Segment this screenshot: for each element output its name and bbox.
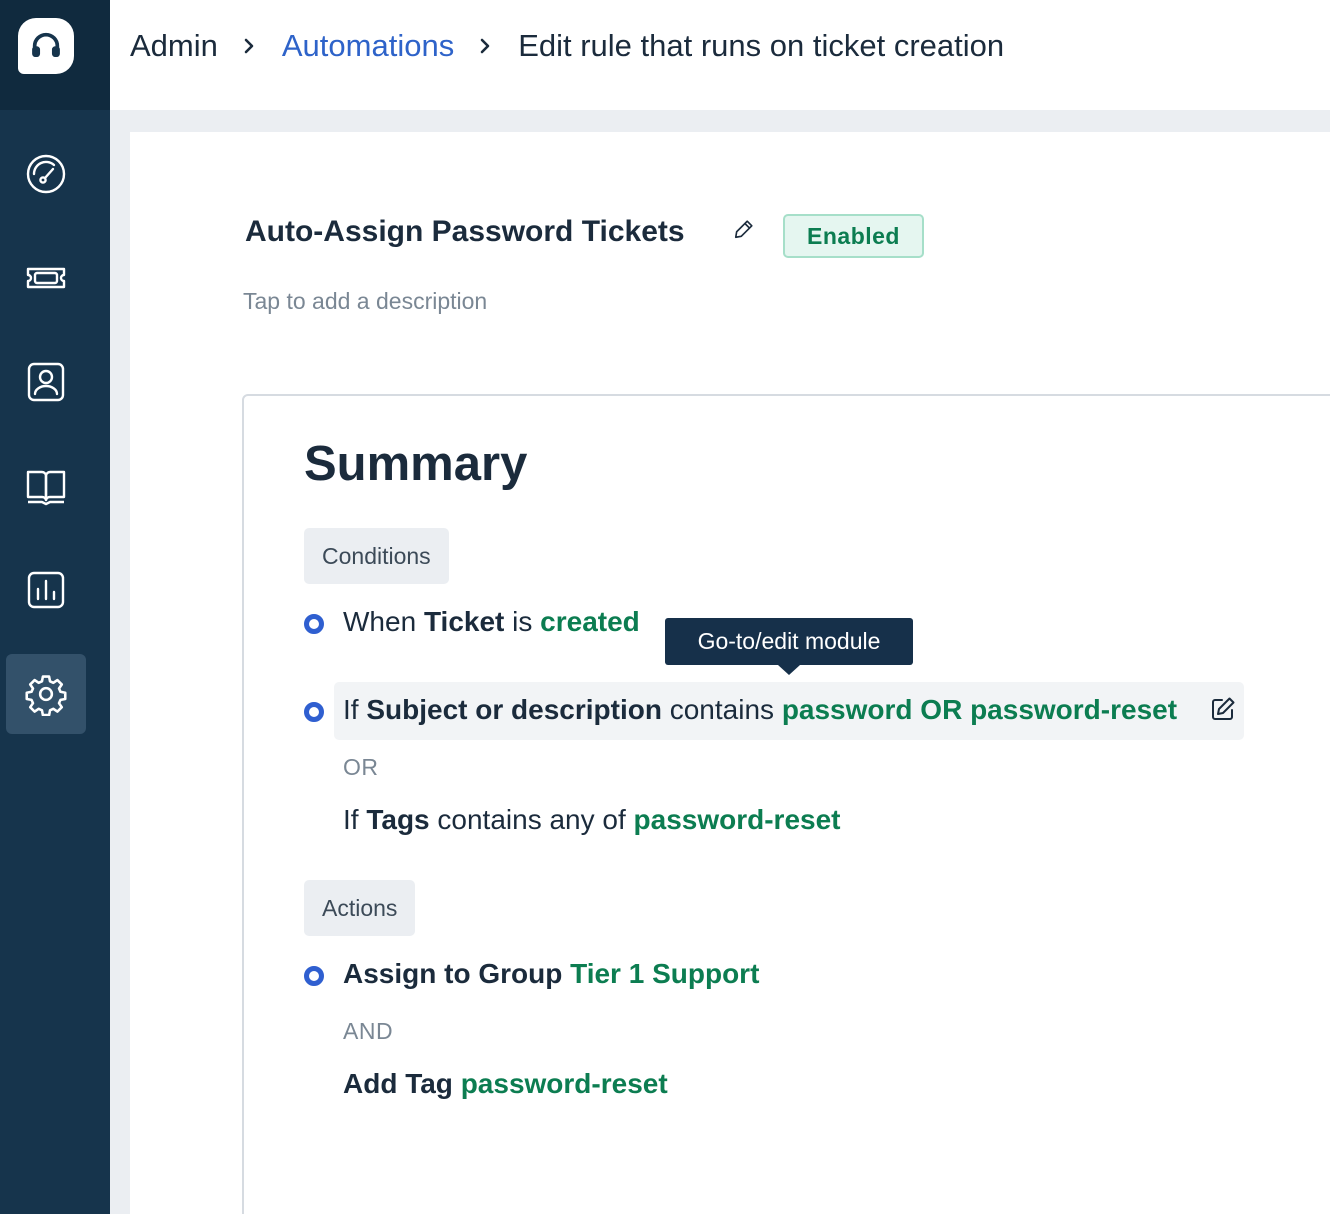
condition-bullet [304,702,324,722]
conditions-section-label: Conditions [304,528,449,584]
breadcrumb-automations[interactable]: Automations [282,28,454,64]
breadcrumb-admin[interactable]: Admin [130,28,218,64]
sidebar [0,0,110,1214]
reports-chart-icon[interactable] [6,550,86,630]
description-placeholder[interactable]: Tap to add a description [243,288,487,315]
action-assign-group[interactable]: Assign to Group Tier 1 Support [343,958,759,990]
action-add-tag[interactable]: Add Tag password-reset [343,1068,668,1100]
rule-title[interactable]: Auto-Assign Password Tickets [245,215,685,249]
contacts-icon[interactable] [6,342,86,422]
tooltip: Go-to/edit module [665,618,913,675]
chevron-right-icon [476,37,494,55]
breadcrumb: Admin Automations Edit rule that runs on… [130,28,1004,64]
knowledge-base-book-icon[interactable] [6,446,86,526]
logo-area [0,0,110,110]
action-bullet [304,966,324,986]
or-joiner: OR [343,754,379,780]
dashboard-gauge-icon[interactable] [6,134,86,214]
condition-when-ticket-created[interactable]: When Ticket is created [343,606,640,638]
headset-icon[interactable] [18,18,74,74]
condition-bullet [304,614,324,634]
status-badge: Enabled [783,214,924,258]
condition-subject-contains[interactable]: If Subject or description contains passw… [343,694,1177,726]
chevron-right-icon [240,37,258,55]
top-header: Admin Automations Edit rule that runs on… [110,0,1330,110]
settings-gear-icon[interactable] [6,654,86,734]
summary-card: Summary Conditions When Ticket is create… [242,394,1330,1214]
edit-title-pencil-icon[interactable] [733,218,755,240]
edit-module-icon[interactable] [1210,696,1236,722]
breadcrumb-current: Edit rule that runs on ticket creation [518,28,1005,63]
rule-editor-panel: Auto-Assign Password Tickets Enabled Tap… [130,132,1330,1214]
condition-tags-contains[interactable]: If Tags contains any of password-reset [343,804,841,836]
and-joiner: AND [343,1018,394,1044]
summary-title: Summary [304,437,528,491]
actions-section-label: Actions [304,880,416,936]
ticket-icon[interactable] [6,238,86,318]
